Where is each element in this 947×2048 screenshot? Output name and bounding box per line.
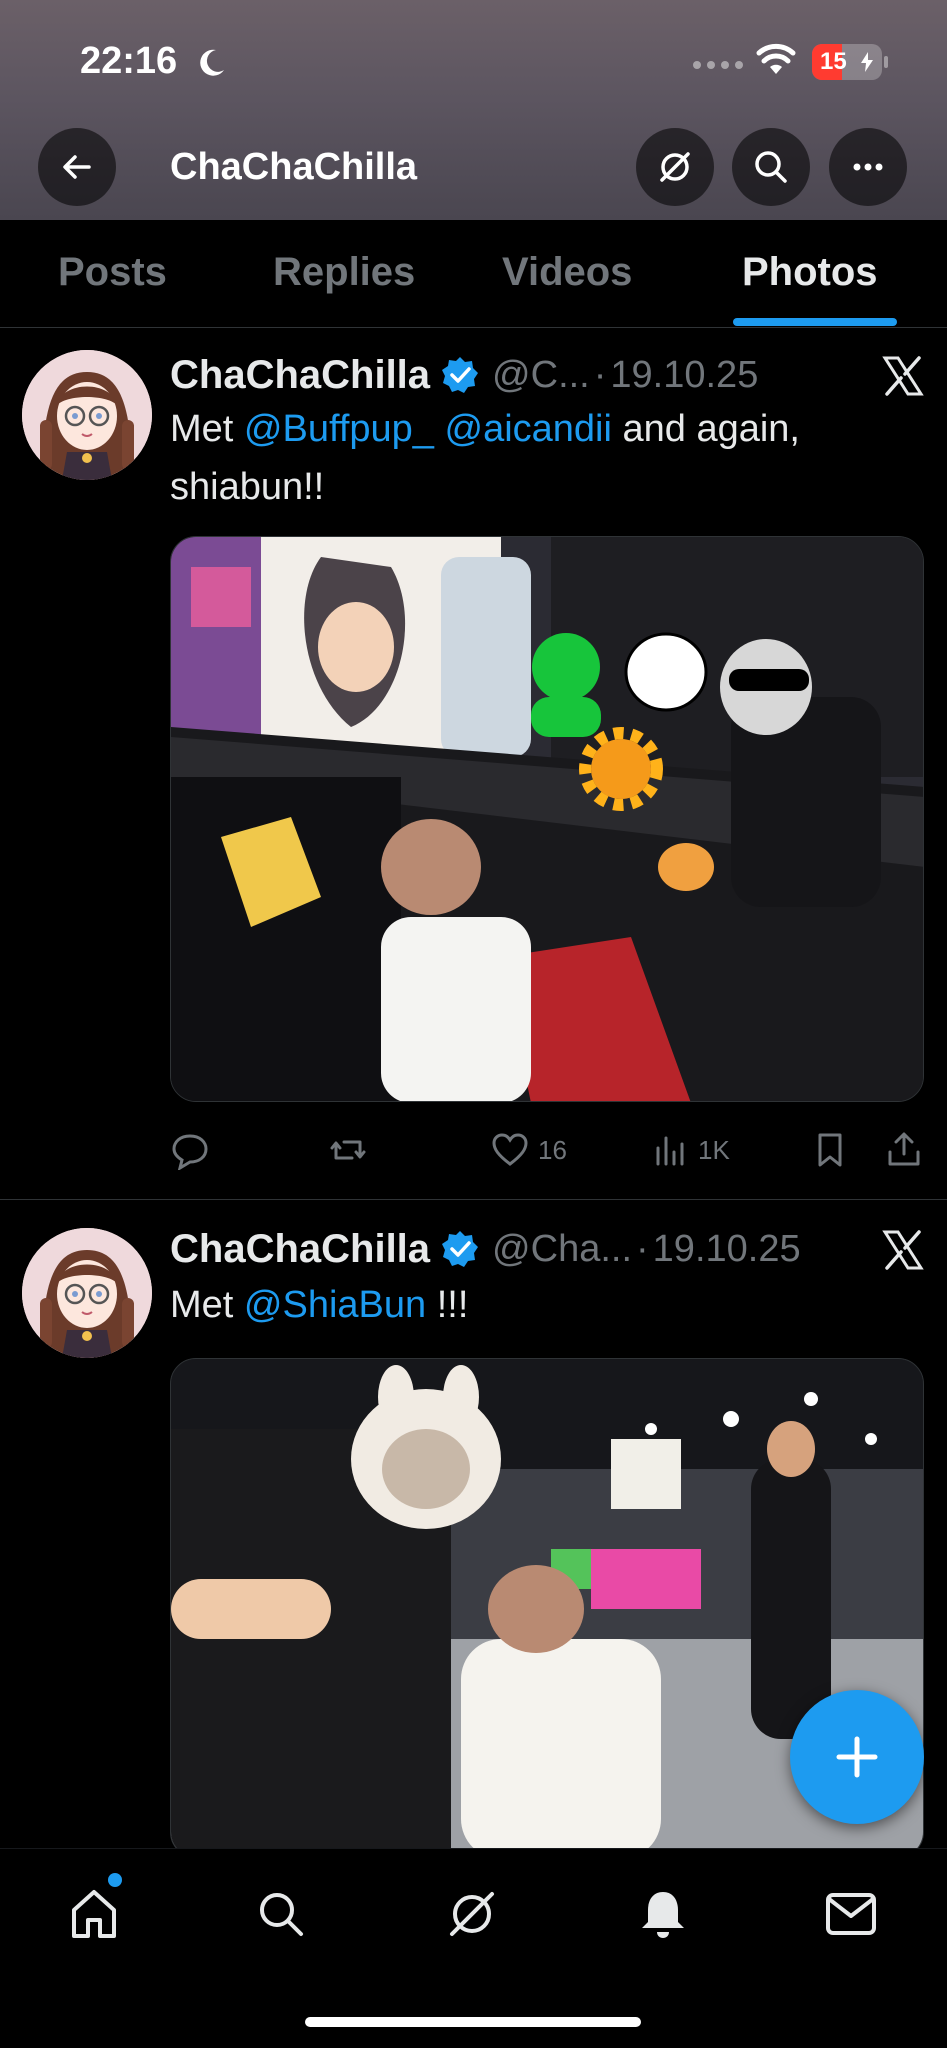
like-button[interactable]: 16 xyxy=(490,1130,567,1170)
verified-badge-icon xyxy=(442,357,479,393)
share-button[interactable] xyxy=(884,1130,924,1170)
avatar-image xyxy=(22,1228,152,1358)
post-text-prefix: Met xyxy=(170,1284,244,1326)
compose-button[interactable] xyxy=(790,1690,924,1824)
avatar-image xyxy=(22,350,152,480)
nav-notifications[interactable] xyxy=(628,1879,698,1949)
post-text: Met @ShiaBun !!! xyxy=(170,1276,910,1334)
grok-icon xyxy=(660,152,690,182)
mention-link[interactable]: @Buffpup_ xyxy=(244,408,434,450)
nav-search[interactable] xyxy=(246,1879,316,1949)
post-text: Met @Buffpup_ @aicandii and again, shiab… xyxy=(170,400,910,516)
views-chart-icon xyxy=(656,1136,684,1166)
post-photo[interactable] xyxy=(170,536,924,1102)
back-button[interactable] xyxy=(38,128,116,206)
home-icon xyxy=(72,1890,116,1938)
repost-button[interactable] xyxy=(328,1130,368,1170)
nav-grok[interactable] xyxy=(437,1879,507,1949)
plus-icon xyxy=(836,1736,878,1778)
separator-dot: · xyxy=(636,1227,649,1270)
home-indicator xyxy=(305,2017,641,2027)
post-actions: 16 1K xyxy=(170,1130,924,1180)
verified-badge-icon xyxy=(442,1231,479,1267)
status-bar: 22:16 15 xyxy=(0,0,947,120)
signal-icon xyxy=(693,61,743,69)
grok-button[interactable] xyxy=(636,128,714,206)
mention-link[interactable]: @ShiaBun xyxy=(244,1284,426,1326)
display-name[interactable]: ChaChaChilla xyxy=(170,1227,430,1272)
view-count: 1K xyxy=(698,1134,730,1165)
user-handle[interactable]: @Cha... xyxy=(492,1228,632,1271)
bookmark-button[interactable] xyxy=(810,1130,850,1170)
bottom-nav xyxy=(0,1848,947,2048)
repost-icon xyxy=(330,1140,366,1160)
search-button[interactable] xyxy=(732,128,810,206)
notification-dot xyxy=(108,1873,122,1887)
bookmark-icon xyxy=(818,1133,842,1167)
post-date[interactable]: 19.10.25 xyxy=(610,354,758,397)
active-tab-indicator xyxy=(733,318,897,326)
page-title: ChaChaChilla xyxy=(170,146,418,188)
arrow-left-icon xyxy=(63,155,91,179)
profile-header: 22:16 15 ChaChaChilla xyxy=(0,0,947,220)
reply-icon xyxy=(172,1134,208,1170)
avatar[interactable] xyxy=(22,350,152,480)
tab-videos[interactable]: Videos xyxy=(502,250,632,295)
x-logo-icon xyxy=(882,1230,924,1270)
post-text-prefix: Met xyxy=(170,408,244,450)
tab-photos[interactable]: Photos xyxy=(742,250,878,295)
user-handle[interactable]: @C... xyxy=(492,354,590,397)
wifi-icon xyxy=(756,43,796,74)
charging-icon xyxy=(861,52,873,72)
heart-icon xyxy=(492,1133,528,1166)
post[interactable]: ChaChaChilla @C... · 19.10.25 Met @Buffp… xyxy=(0,330,947,1200)
separator-dot: · xyxy=(593,353,607,396)
tab-posts[interactable]: Posts xyxy=(58,250,167,295)
like-count: 16 xyxy=(538,1134,567,1165)
more-button[interactable] xyxy=(829,128,907,206)
search-icon xyxy=(755,151,787,183)
status-time: 22:16 xyxy=(80,40,178,82)
x-logo-icon xyxy=(882,356,924,396)
search-icon xyxy=(260,1893,303,1936)
post-date[interactable]: 19.10.25 xyxy=(653,1228,801,1271)
display-name[interactable]: ChaChaChilla xyxy=(170,353,430,398)
battery-indicator: 15 xyxy=(812,44,888,80)
mention-link[interactable]: @aicandii xyxy=(445,408,612,450)
reply-button[interactable] xyxy=(170,1130,210,1170)
battery-level: 15 xyxy=(820,48,847,75)
nav-messages[interactable] xyxy=(816,1879,886,1949)
nav-home[interactable] xyxy=(59,1879,129,1949)
share-icon xyxy=(888,1132,920,1166)
mail-icon xyxy=(826,1893,876,1935)
profile-tabs: Posts Replies Videos Photos xyxy=(0,220,947,328)
post-text-suffix: !!! xyxy=(426,1284,469,1326)
post-image xyxy=(171,537,923,1101)
views-button[interactable]: 1K xyxy=(650,1130,730,1170)
moon-icon xyxy=(200,49,224,76)
avatar[interactable] xyxy=(22,1228,152,1358)
more-icon xyxy=(853,163,883,171)
bell-icon xyxy=(642,1892,684,1938)
tab-replies[interactable]: Replies xyxy=(273,250,415,295)
grok-icon xyxy=(450,1892,494,1936)
